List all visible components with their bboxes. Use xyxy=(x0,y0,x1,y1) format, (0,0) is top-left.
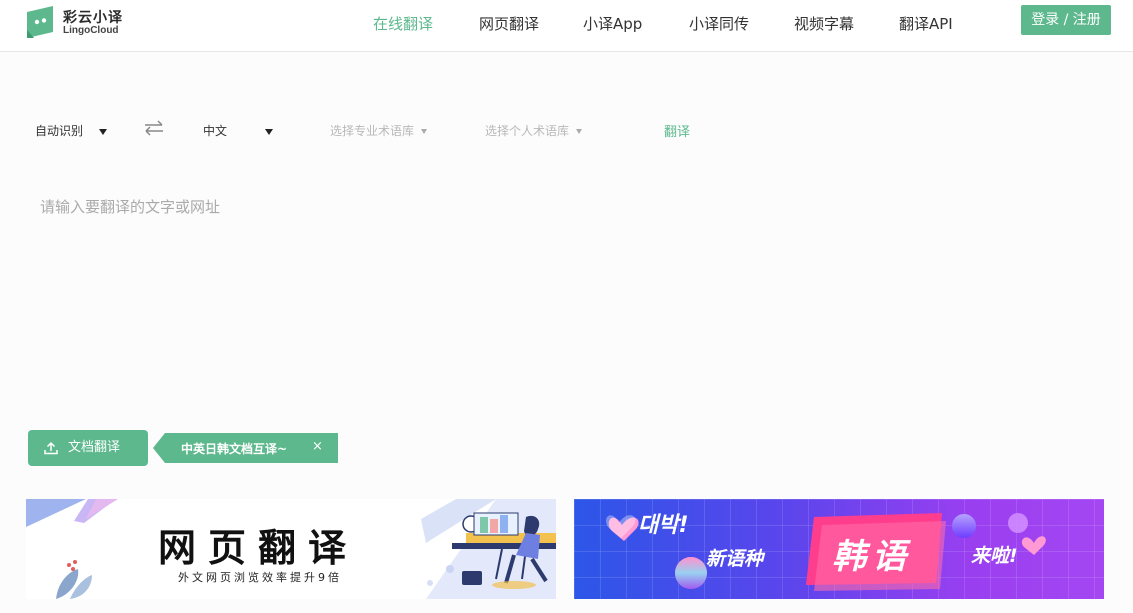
nav-api[interactable]: 翻译API xyxy=(899,13,953,34)
target-language-label: 中文 xyxy=(203,124,228,138)
logo-name-cn: 彩云小译 xyxy=(63,10,123,26)
document-translate-label: 文档翻译 xyxy=(68,440,121,455)
pro-glossary-select[interactable]: 选择专业术语库 xyxy=(330,122,427,139)
top-header: 彩云小译 LingoCloud 在线翻译 网页翻译 小译App 小译同传 视频字… xyxy=(0,0,1133,52)
nav-video-subtitles[interactable]: 视频字幕 xyxy=(794,13,854,34)
pro-glossary-label: 选择专业术语库 xyxy=(330,124,415,138)
chevron-down-icon xyxy=(264,128,273,135)
chevron-down-icon xyxy=(98,128,107,135)
close-icon[interactable]: × xyxy=(312,439,323,454)
login-register-button[interactable]: 登录 / 注册 xyxy=(1021,5,1111,35)
korean-language-banner[interactable]: 대박! 新语种 韩语 来啦! xyxy=(574,499,1104,599)
web-translate-banner-title: 网页翻译 xyxy=(158,526,359,570)
upload-icon xyxy=(44,441,58,455)
web-translate-banner[interactable]: 网页翻译 外文网页浏览效率提升9倍 xyxy=(26,499,556,599)
korean-banner-greeting: 대박! xyxy=(638,513,689,538)
logo-name-en: LingoCloud xyxy=(63,25,119,36)
korean-banner-arrived: 来啦! xyxy=(971,545,1018,567)
chevron-down-icon xyxy=(575,129,582,134)
document-tip-badge: 中英日韩文档互译~ × xyxy=(153,433,338,463)
nav-web-translate[interactable]: 网页翻译 xyxy=(479,13,539,34)
translate-button[interactable]: 翻译 xyxy=(664,121,690,140)
source-text-input[interactable] xyxy=(40,196,1100,396)
logo-icon xyxy=(27,6,53,38)
swap-arrows-icon[interactable] xyxy=(144,119,164,137)
target-language-select[interactable]: 中文 xyxy=(203,122,273,139)
personal-glossary-label: 选择个人术语库 xyxy=(485,124,570,138)
nav-online-translate[interactable]: 在线翻译 xyxy=(373,13,433,34)
personal-glossary-select[interactable]: 选择个人术语库 xyxy=(485,122,582,139)
korean-banner-language: 韩语 xyxy=(832,537,912,577)
chevron-down-icon xyxy=(420,129,427,134)
korean-banner-new-language: 新语种 xyxy=(706,548,764,570)
document-tip-text: 中英日韩文档互译~ xyxy=(181,442,288,456)
logo[interactable]: 彩云小译 LingoCloud xyxy=(24,4,134,42)
source-language-select[interactable]: 自动识别 xyxy=(35,122,107,139)
nav-simultaneous[interactable]: 小译同传 xyxy=(689,13,749,34)
document-translate-button[interactable]: 文档翻译 xyxy=(28,430,148,466)
nav-app[interactable]: 小译App xyxy=(583,13,642,34)
source-language-label: 自动识别 xyxy=(35,124,84,138)
web-translate-banner-subtitle: 外文网页浏览效率提升9倍 xyxy=(178,571,342,584)
